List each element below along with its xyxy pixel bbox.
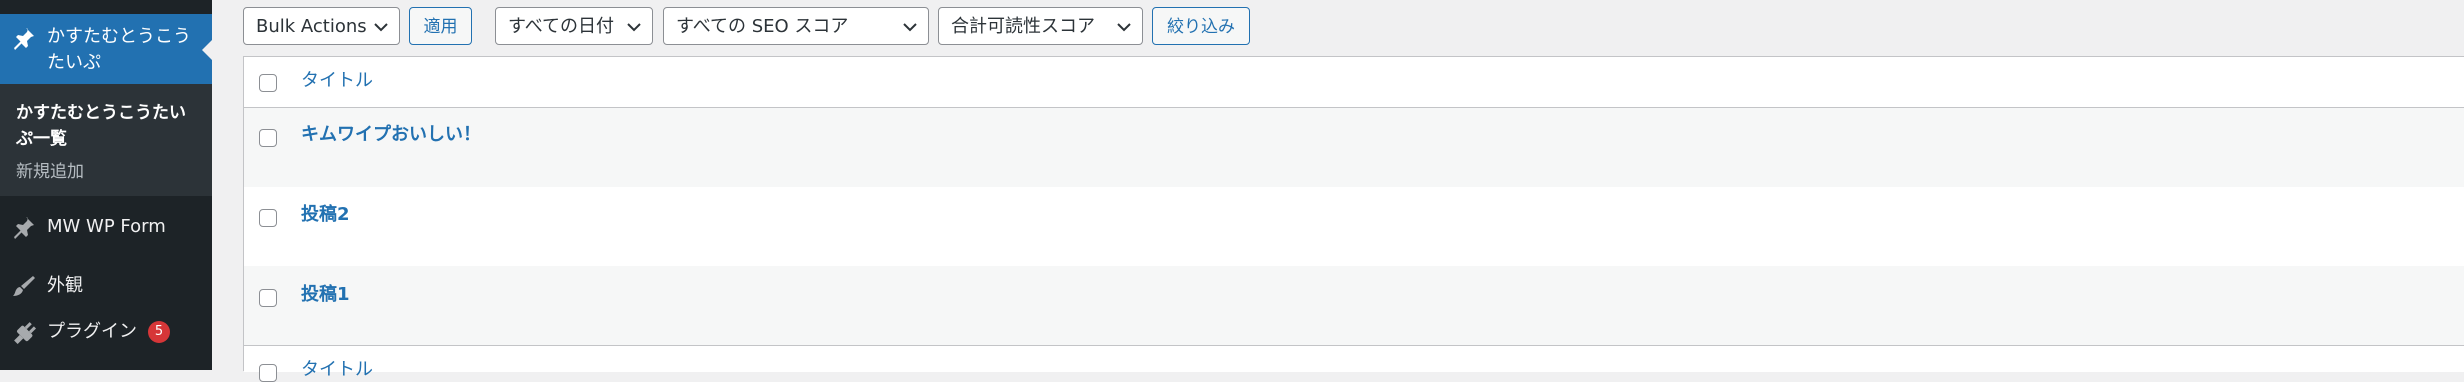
post-title-link[interactable]: 投稿1 [301,283,350,307]
seo-filter-value: すべての SEO スコア [676,16,849,37]
menu-item-plugins[interactable]: プラグイン 5 [0,312,212,352]
menu-item-label: プラグイン [47,321,137,342]
table-row: キムワイプおいしい！ [244,108,2464,187]
menu-item-appearance[interactable]: 外観 [0,266,212,306]
row-checkbox[interactable] [259,129,277,147]
table-row: 投稿1 [244,266,2464,345]
plugin-icon [14,322,36,344]
chevron-down-icon [627,23,641,32]
submenu: かすたむとうこうたいぷ一覧 新規追加 [0,84,212,196]
select-all-checkbox[interactable] [259,74,277,92]
apply-button[interactable]: 適用 [409,7,472,45]
bulk-actions-select[interactable]: Bulk Actions [243,7,400,45]
table-footer: タイトル [244,345,2464,382]
date-filter-value: すべての日付 [508,16,615,37]
filter-label: 絞り込み [1167,17,1235,37]
filter-button[interactable]: 絞り込み [1152,7,1250,45]
readability-filter-value: 合計可読性スコア [951,16,1095,37]
column-header-title[interactable]: タイトル [301,69,373,93]
post-title-link[interactable]: 投稿2 [301,203,350,227]
row-checkbox[interactable] [259,209,277,227]
chevron-down-icon [1117,23,1131,32]
update-count-badge: 5 [148,321,170,343]
readability-score-filter-select[interactable]: 合計可読性スコア [938,7,1143,45]
menu-item-label: MW WP Form [47,216,166,237]
pin-icon [14,217,34,239]
tablenav-top: Bulk Actions 適用 すべての日付 すべての SEO スコア 合計可読… [0,0,2464,56]
row-checkbox[interactable] [259,289,277,307]
select-all-checkbox-footer[interactable] [259,364,277,382]
table-header: タイトル [244,57,2464,108]
chevron-down-icon [903,23,917,32]
menu-item-label: 外観 [47,275,83,296]
menu-item-mw-wp-form[interactable]: MW WP Form [0,207,212,247]
post-title-link[interactable]: キムワイプおいしい！ [301,123,481,147]
seo-score-filter-select[interactable]: すべての SEO スコア [663,7,929,45]
bulk-actions-value: Bulk Actions [256,16,367,37]
chevron-down-icon [374,23,388,32]
posts-table: タイトル キムワイプおいしい！ 投稿2 投稿1 タイトル [243,56,2464,382]
brush-icon [13,276,35,296]
date-filter-select[interactable]: すべての日付 [495,7,653,45]
submenu-item-add-new[interactable]: 新規追加 [16,161,84,183]
submenu-item-list[interactable]: かすたむとうこうたいぷ一覧 [16,100,196,152]
column-footer-title[interactable]: タイトル [301,358,373,382]
apply-label: 適用 [423,17,458,37]
table-row: 投稿2 [244,187,2464,266]
